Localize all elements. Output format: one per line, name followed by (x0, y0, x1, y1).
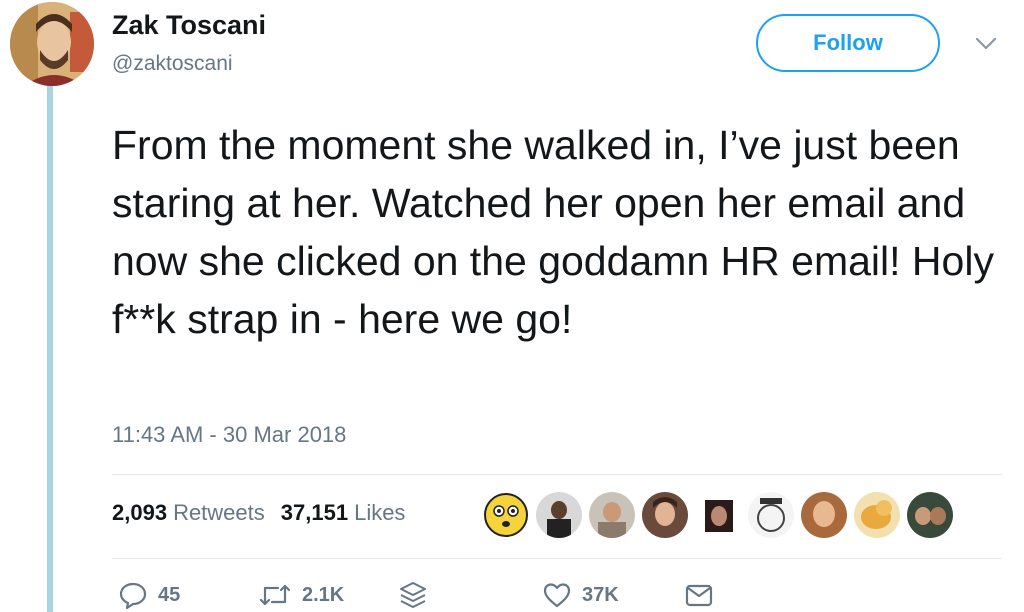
liker-avatar[interactable] (589, 492, 635, 538)
chevron-down-icon[interactable] (974, 36, 998, 52)
reply-count: 45 (158, 583, 181, 606)
speech-bubble-icon (118, 580, 148, 610)
avatar[interactable] (10, 2, 94, 86)
heart-icon (542, 580, 572, 610)
likes-label: Likes (354, 500, 406, 525)
liker-avatar[interactable] (642, 492, 688, 538)
reply-action[interactable]: 45 (118, 580, 180, 610)
message-action[interactable] (684, 580, 714, 610)
retweets-label: Retweets (173, 500, 265, 525)
retweet-count: 2.1K (302, 583, 345, 606)
author-handle[interactable]: @zaktoscani (112, 52, 233, 76)
follow-button[interactable]: Follow (756, 14, 940, 72)
liker-avatar[interactable] (907, 492, 953, 538)
liker-avatar[interactable] (483, 492, 529, 538)
layers-icon (398, 580, 428, 610)
thread-line (47, 86, 53, 612)
liker-avatar[interactable] (536, 492, 582, 538)
likes-stat[interactable]: 37,151 Likes (281, 500, 406, 526)
author-name[interactable]: Zak Toscani (112, 10, 266, 41)
retweets-stat[interactable]: 2,093 Retweets (112, 500, 265, 526)
divider (112, 474, 1002, 475)
like-count: 37K (582, 583, 619, 606)
envelope-icon (684, 580, 714, 610)
tweet-text: From the moment she walked in, I’ve just… (112, 122, 1006, 342)
engagement-stats: 2,093 Retweets 37,151 Likes (112, 500, 405, 526)
divider (112, 558, 1002, 559)
retweet-arrows-icon (258, 580, 292, 610)
likes-count: 37,151 (280, 500, 349, 525)
liker-avatar[interactable] (695, 492, 741, 538)
like-action[interactable]: 37K (542, 580, 619, 610)
liker-avatar[interactable] (801, 492, 847, 538)
liker-avatar[interactable] (854, 492, 900, 538)
tweet-timestamp[interactable]: 11:43 AM - 30 Mar 2018 (112, 422, 346, 448)
stack-action[interactable] (398, 580, 428, 610)
retweets-count: 2,093 (112, 500, 168, 525)
retweet-action[interactable]: 2.1K (258, 580, 344, 610)
liker-avatar[interactable] (748, 492, 794, 538)
